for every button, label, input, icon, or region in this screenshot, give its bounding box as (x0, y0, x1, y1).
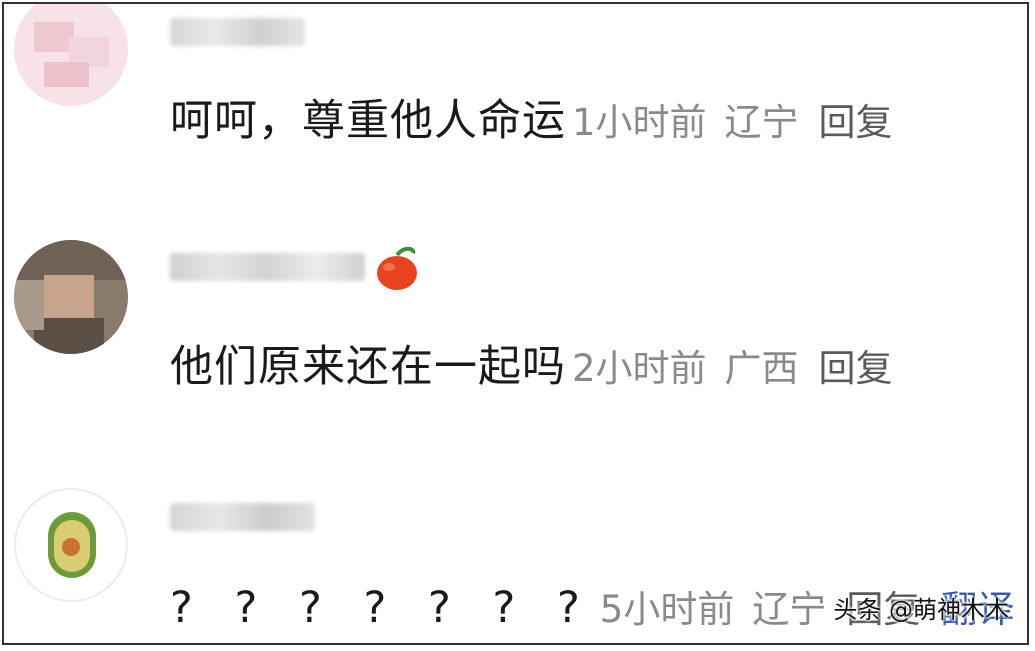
reply-button[interactable]: 回复 (819, 338, 893, 392)
comment-location: 辽宁 (752, 588, 827, 631)
comment-time: 5小时前 (599, 588, 735, 631)
avatar[interactable] (14, 488, 128, 602)
watermark: 头条 @萌神木木 (833, 596, 1009, 624)
comment-list: 呵呵，尊重他人命运 1小时前 辽宁 回复 他们原来还在一起吗 2小时前 广西 回… (2, 2, 1029, 645)
comment-time: 2小时前 (572, 347, 707, 390)
username-blurred[interactable] (170, 499, 315, 535)
apple-icon (375, 243, 419, 291)
comment-text: ? ? ? ? ? ? ? (170, 583, 594, 633)
comment-location: 广西 (724, 347, 799, 390)
comment-time: 1小时前 (572, 101, 707, 144)
avatar[interactable] (14, 240, 128, 354)
reply-button[interactable]: 回复 (819, 92, 893, 146)
comment-text: 呵呵，尊重他人命运 (170, 96, 566, 146)
comment-text: 他们原来还在一起吗 (170, 342, 566, 392)
avatar[interactable] (14, 4, 128, 106)
username-blurred[interactable] (170, 246, 419, 290)
comment-location: 辽宁 (724, 101, 799, 144)
username-blurred[interactable] (170, 14, 305, 50)
